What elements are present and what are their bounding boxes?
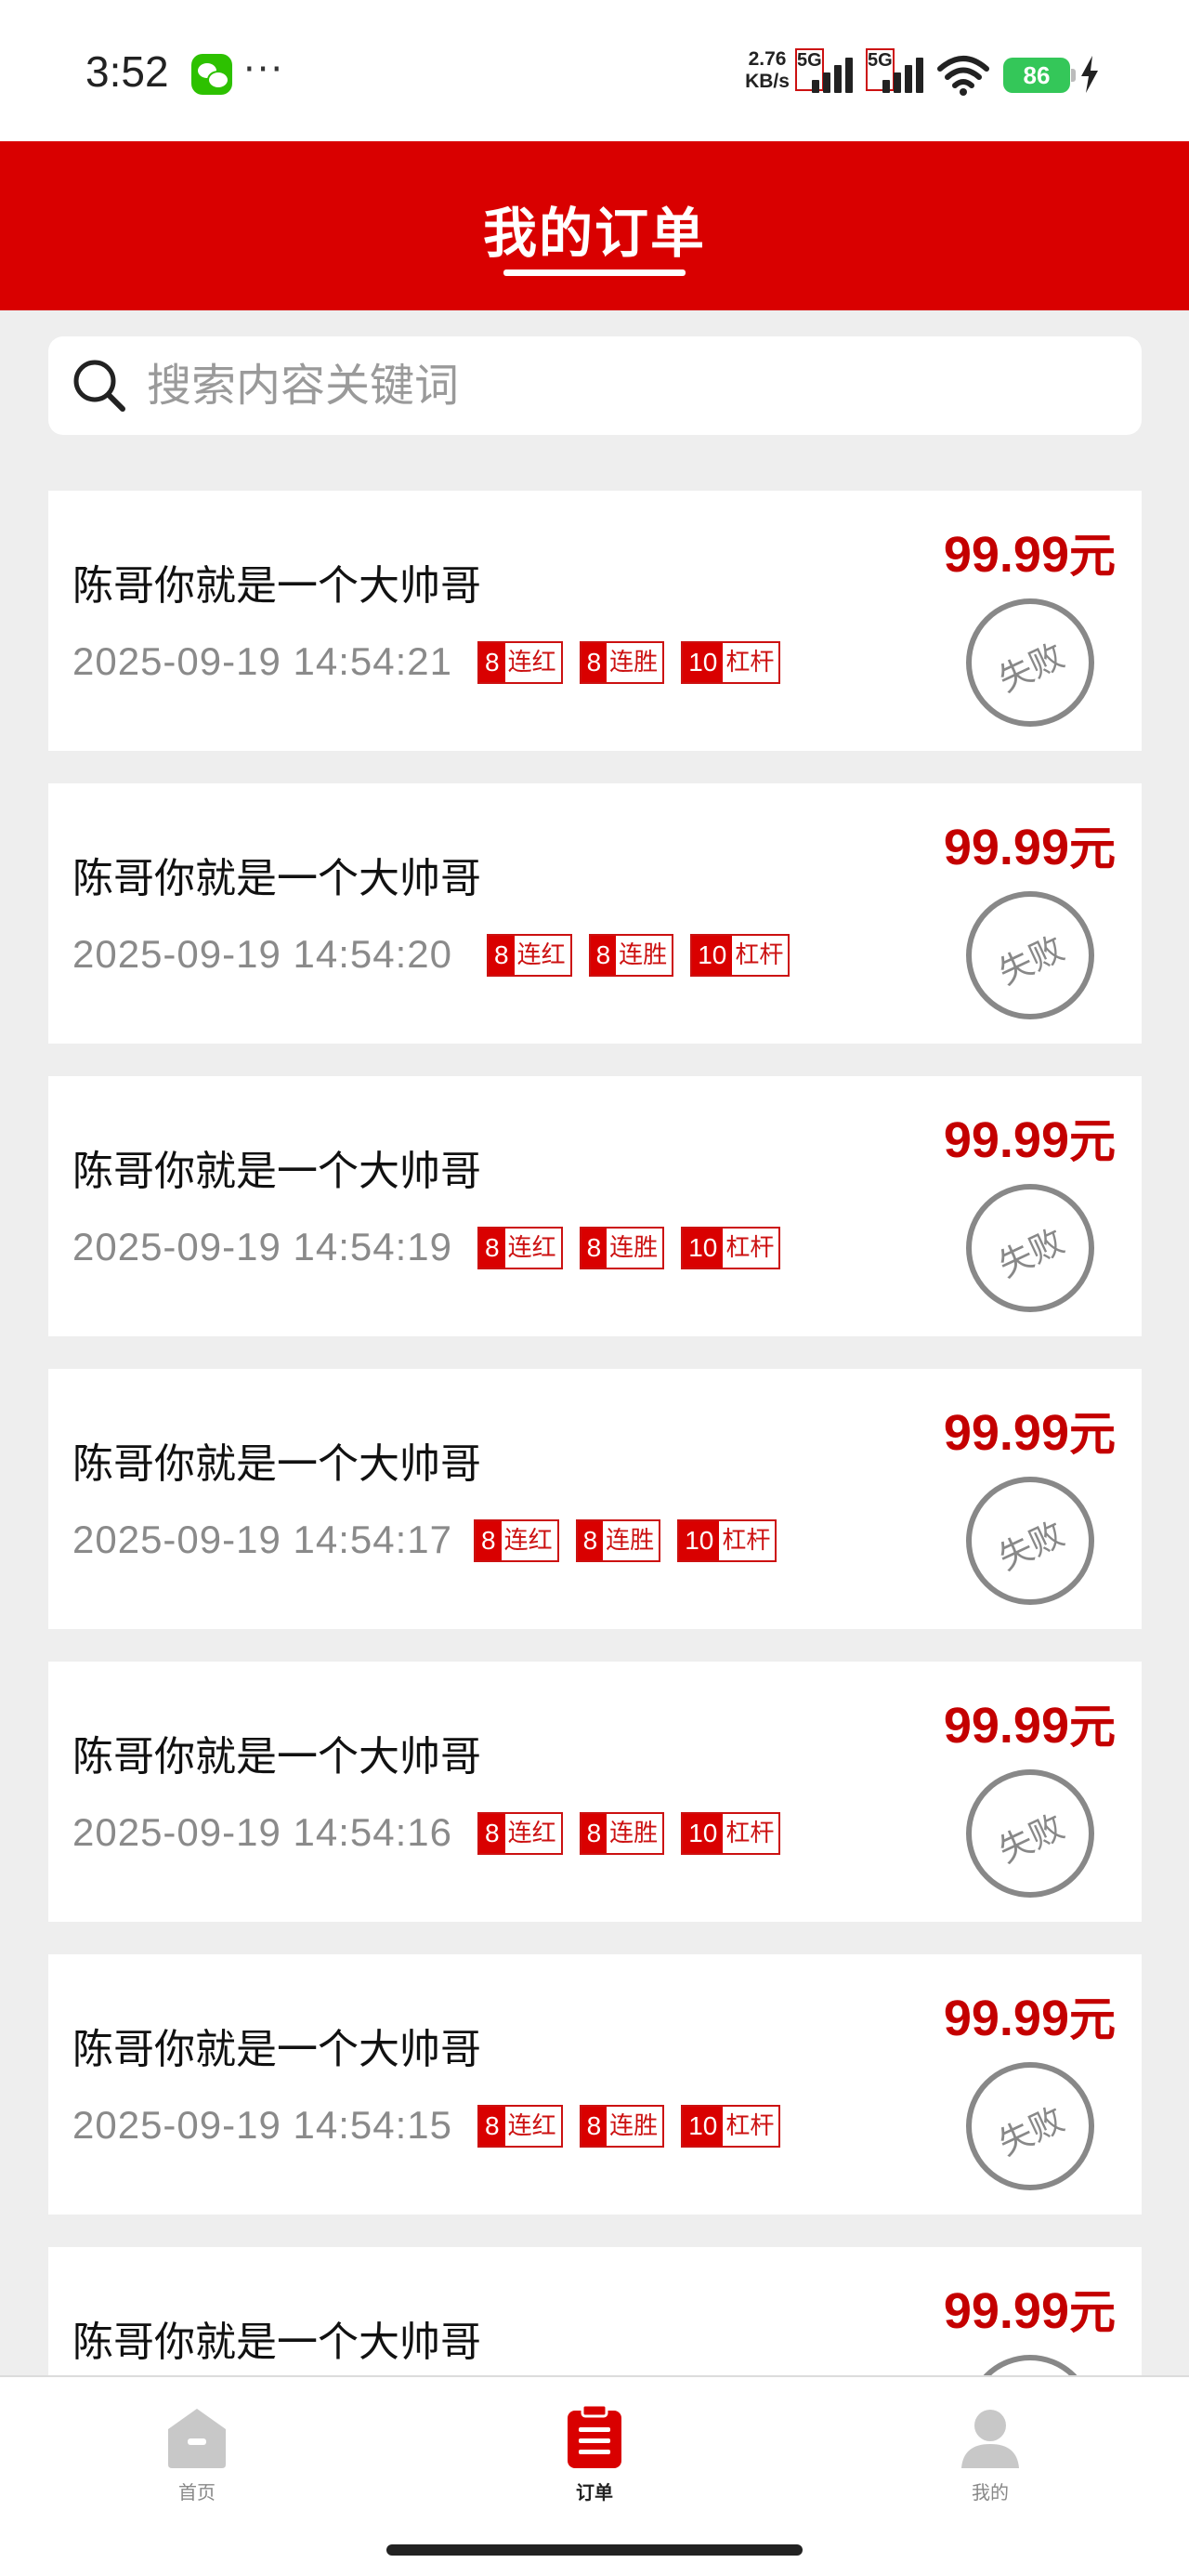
- nav-label-orders: 订单: [576, 2481, 613, 2504]
- nav-label-home: 首页: [178, 2481, 216, 2504]
- wifi-icon: [937, 56, 989, 96]
- tag-leverage: 10 杠杆: [677, 1519, 777, 1562]
- nav-item-profile[interactable]: 我的: [897, 2405, 1083, 2504]
- order-time: 2025-09-19 14:54:19: [72, 1225, 452, 1268]
- order-price: 99.99元: [943, 1405, 1116, 1461]
- order-time: 2025-09-19 14:54:16: [72, 1810, 452, 1854]
- status-stamp: 失败: [966, 891, 1094, 1019]
- status-stamp: 失败: [966, 1769, 1094, 1898]
- tag-consecutive-wins: 8 连胜: [588, 934, 674, 977]
- order-time: 2025-09-19 14:54:20: [72, 932, 452, 976]
- tag-win-streak: 8 连红: [477, 1227, 563, 1269]
- order-price: 99.99元: [943, 1698, 1116, 1754]
- search-icon: [73, 360, 125, 412]
- order-price: 99.99元: [943, 1991, 1116, 2046]
- order-icon: [568, 2405, 621, 2468]
- order-price: 99.99元: [943, 527, 1116, 583]
- tag-consecutive-wins: 8 连胜: [579, 641, 665, 684]
- tag-leverage: 10 杠杆: [681, 1812, 781, 1855]
- order-card[interactable]: 陈哥你就是一个大帅哥 2025-09-19 14:54:16 8 连红 8 连胜 1…: [48, 1662, 1142, 1922]
- battery-icon: 86: [1003, 58, 1070, 93]
- status-stamp: 失败: [966, 1477, 1094, 1605]
- order-card[interactable]: 陈哥你就是一个大帅哥 2025-09-19 14:54:19 8 连红 8 连胜 1…: [48, 1076, 1142, 1336]
- net-speed: 2.76 KB/s: [739, 48, 795, 93]
- tag-win-streak: 8 连红: [487, 934, 572, 977]
- battery-tip: [1071, 69, 1076, 82]
- order-title: 陈哥你就是一个大帅哥: [72, 1440, 481, 1488]
- order-tags: 8 连红 8 连胜 10 杠杆: [474, 1519, 777, 1562]
- nav-item-orders[interactable]: 订单: [502, 2405, 687, 2504]
- title-underline: [503, 269, 686, 276]
- tag-consecutive-wins: 8 连胜: [575, 1519, 661, 1562]
- nav-label-profile: 我的: [972, 2481, 1009, 2504]
- order-card[interactable]: 陈哥你就是一个大帅哥 2025-09-19 14:54:17 8 连红 8 连胜 1…: [48, 1369, 1142, 1629]
- tag-leverage: 10 杠杆: [681, 641, 781, 684]
- net-speed-unit: KB/s: [745, 71, 790, 92]
- status-time: 3:52: [85, 47, 169, 96]
- order-time: 2025-09-19 14:54:21: [72, 639, 452, 683]
- order-title: 陈哥你就是一个大帅哥: [72, 1733, 481, 1781]
- status-stamp: 失败: [966, 598, 1094, 727]
- page-title: 我的订单: [482, 202, 706, 265]
- order-tags: 8 连红 8 连胜 10 杠杆: [487, 934, 790, 977]
- order-tags: 8 连红 8 连胜 10 杠杆: [477, 2105, 781, 2148]
- tag-leverage: 10 杠杆: [681, 2105, 781, 2148]
- tag-win-streak: 8 连红: [477, 2105, 563, 2148]
- order-price: 99.99元: [943, 1112, 1116, 1168]
- tag-consecutive-wins: 8 连胜: [579, 2105, 665, 2148]
- order-time: 2025-09-19 14:54:15: [72, 2103, 452, 2147]
- order-tags: 8 连红 8 连胜 10 杠杆: [477, 1227, 781, 1269]
- order-price: 99.99元: [943, 2283, 1116, 2339]
- nav-item-home[interactable]: 首页: [104, 2405, 290, 2504]
- order-card[interactable]: 陈哥你就是一个大帅哥 2025-09-19 14:54:15 8 连红 8 连胜 1…: [48, 1954, 1142, 2215]
- status-stamp: 失败: [966, 1184, 1094, 1312]
- order-price: 99.99元: [943, 820, 1116, 875]
- order-title: 陈哥你就是一个大帅哥: [72, 2319, 481, 2366]
- order-title: 陈哥你就是一个大帅哥: [72, 562, 481, 610]
- home-icon: [168, 2409, 226, 2468]
- more-dots-icon: ···: [243, 48, 285, 91]
- status-bar: 3:52 ··· 2.76 KB/s 5G 5G 86: [0, 0, 1189, 141]
- order-card[interactable]: 陈哥你就是一个大帅哥 2025-09-19 14:54:21 8 连红 8 连胜 1…: [48, 491, 1142, 751]
- wechat-icon: [191, 54, 232, 95]
- order-title: 陈哥你就是一个大帅哥: [72, 855, 481, 902]
- order-tags: 8 连红 8 连胜 10 杠杆: [477, 1812, 781, 1855]
- tag-leverage: 10 杠杆: [690, 934, 790, 977]
- order-time: 2025-09-19 14:54:17: [72, 1518, 452, 1561]
- tag-consecutive-wins: 8 连胜: [579, 1227, 665, 1269]
- signal-icon: 5G: [866, 48, 931, 95]
- tag-win-streak: 8 连红: [477, 1812, 563, 1855]
- profile-icon: [961, 2410, 1019, 2468]
- search-input[interactable]: [147, 353, 1113, 418]
- tag-leverage: 10 杠杆: [681, 1227, 781, 1269]
- status-stamp: 失败: [966, 2062, 1094, 2190]
- charging-icon: [1081, 56, 1098, 93]
- page-header: 我的订单: [0, 141, 1189, 310]
- order-tags: 8 连红 8 连胜 10 杠杆: [477, 641, 781, 684]
- tag-win-streak: 8 连红: [474, 1519, 559, 1562]
- home-indicator[interactable]: [386, 2544, 803, 2556]
- order-card[interactable]: 陈哥你就是一个大帅哥 2025-09-19 14:54:20 8 连红 8 连胜 1…: [48, 783, 1142, 1044]
- signal-icon: 5G: [795, 48, 860, 95]
- net-speed-value: 2.76: [748, 48, 787, 70]
- search-box[interactable]: [48, 336, 1142, 435]
- order-title: 陈哥你就是一个大帅哥: [72, 2026, 481, 2073]
- tag-consecutive-wins: 8 连胜: [579, 1812, 665, 1855]
- tag-win-streak: 8 连红: [477, 641, 563, 684]
- order-title: 陈哥你就是一个大帅哥: [72, 1148, 481, 1195]
